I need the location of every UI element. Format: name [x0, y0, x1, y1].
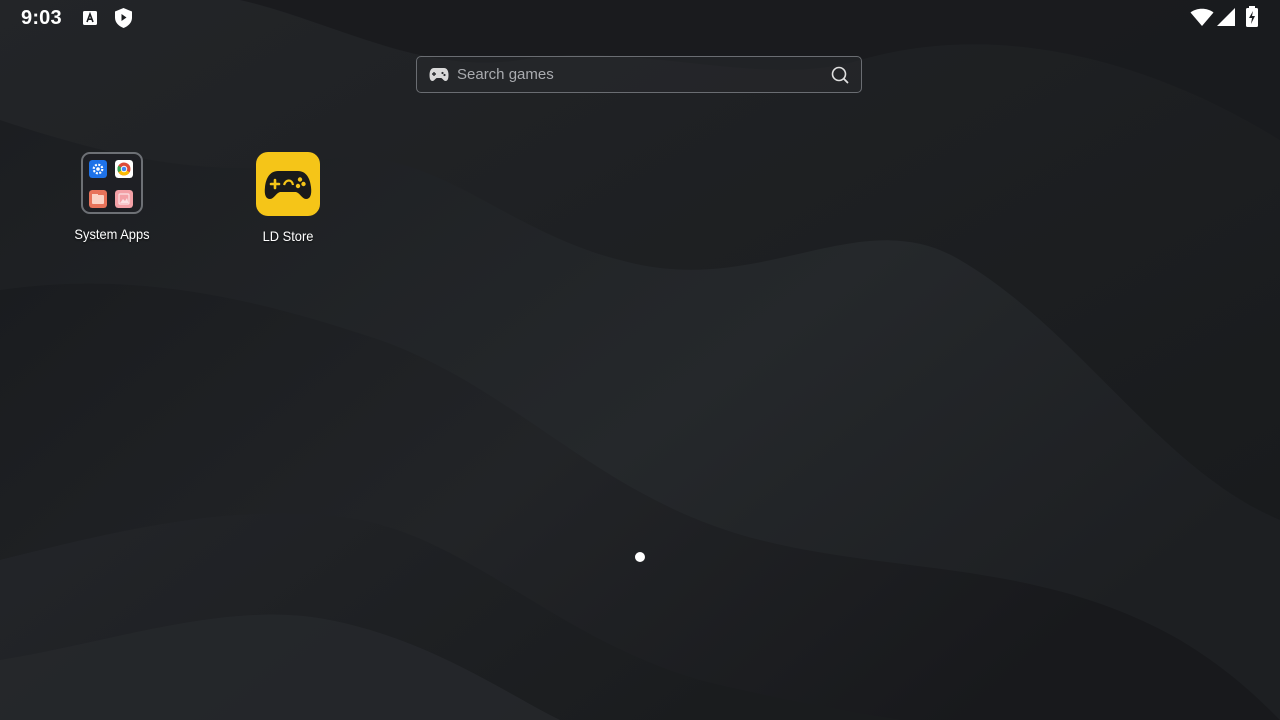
- shield-play-icon: [115, 8, 132, 28]
- folder-icon: [81, 152, 143, 214]
- search-input[interactable]: [457, 57, 817, 92]
- search-icon[interactable]: [831, 66, 849, 84]
- ld-store-icon: [256, 152, 320, 216]
- page-indicator-dot[interactable]: [635, 552, 645, 562]
- app-label-ld-store: LD Store: [262, 228, 314, 244]
- keyboard-a-icon: [83, 11, 97, 25]
- home-screen: 9:03 Search games System Apps LD Store: [0, 0, 1280, 720]
- cell-signal-icon: [1217, 8, 1235, 26]
- system-apps-folder[interactable]: System Apps: [52, 152, 172, 242]
- wifi-icon: [1190, 8, 1214, 26]
- battery-charging-icon: [1246, 6, 1258, 27]
- gamepad-icon: [429, 68, 449, 81]
- settings-icon: [89, 160, 107, 178]
- file-manager-icon: [89, 190, 107, 208]
- chrome-icon: [115, 160, 133, 178]
- gallery-icon: [115, 190, 133, 208]
- search-bar[interactable]: [416, 56, 862, 93]
- wallpaper: [0, 0, 1280, 720]
- status-bar: 9:03: [0, 0, 1280, 36]
- ld-store-app[interactable]: LD Store: [228, 152, 348, 244]
- gamepad-store-icon: [264, 171, 312, 199]
- app-label-system-apps: System Apps: [74, 226, 150, 242]
- clock: 9:03: [21, 7, 62, 29]
